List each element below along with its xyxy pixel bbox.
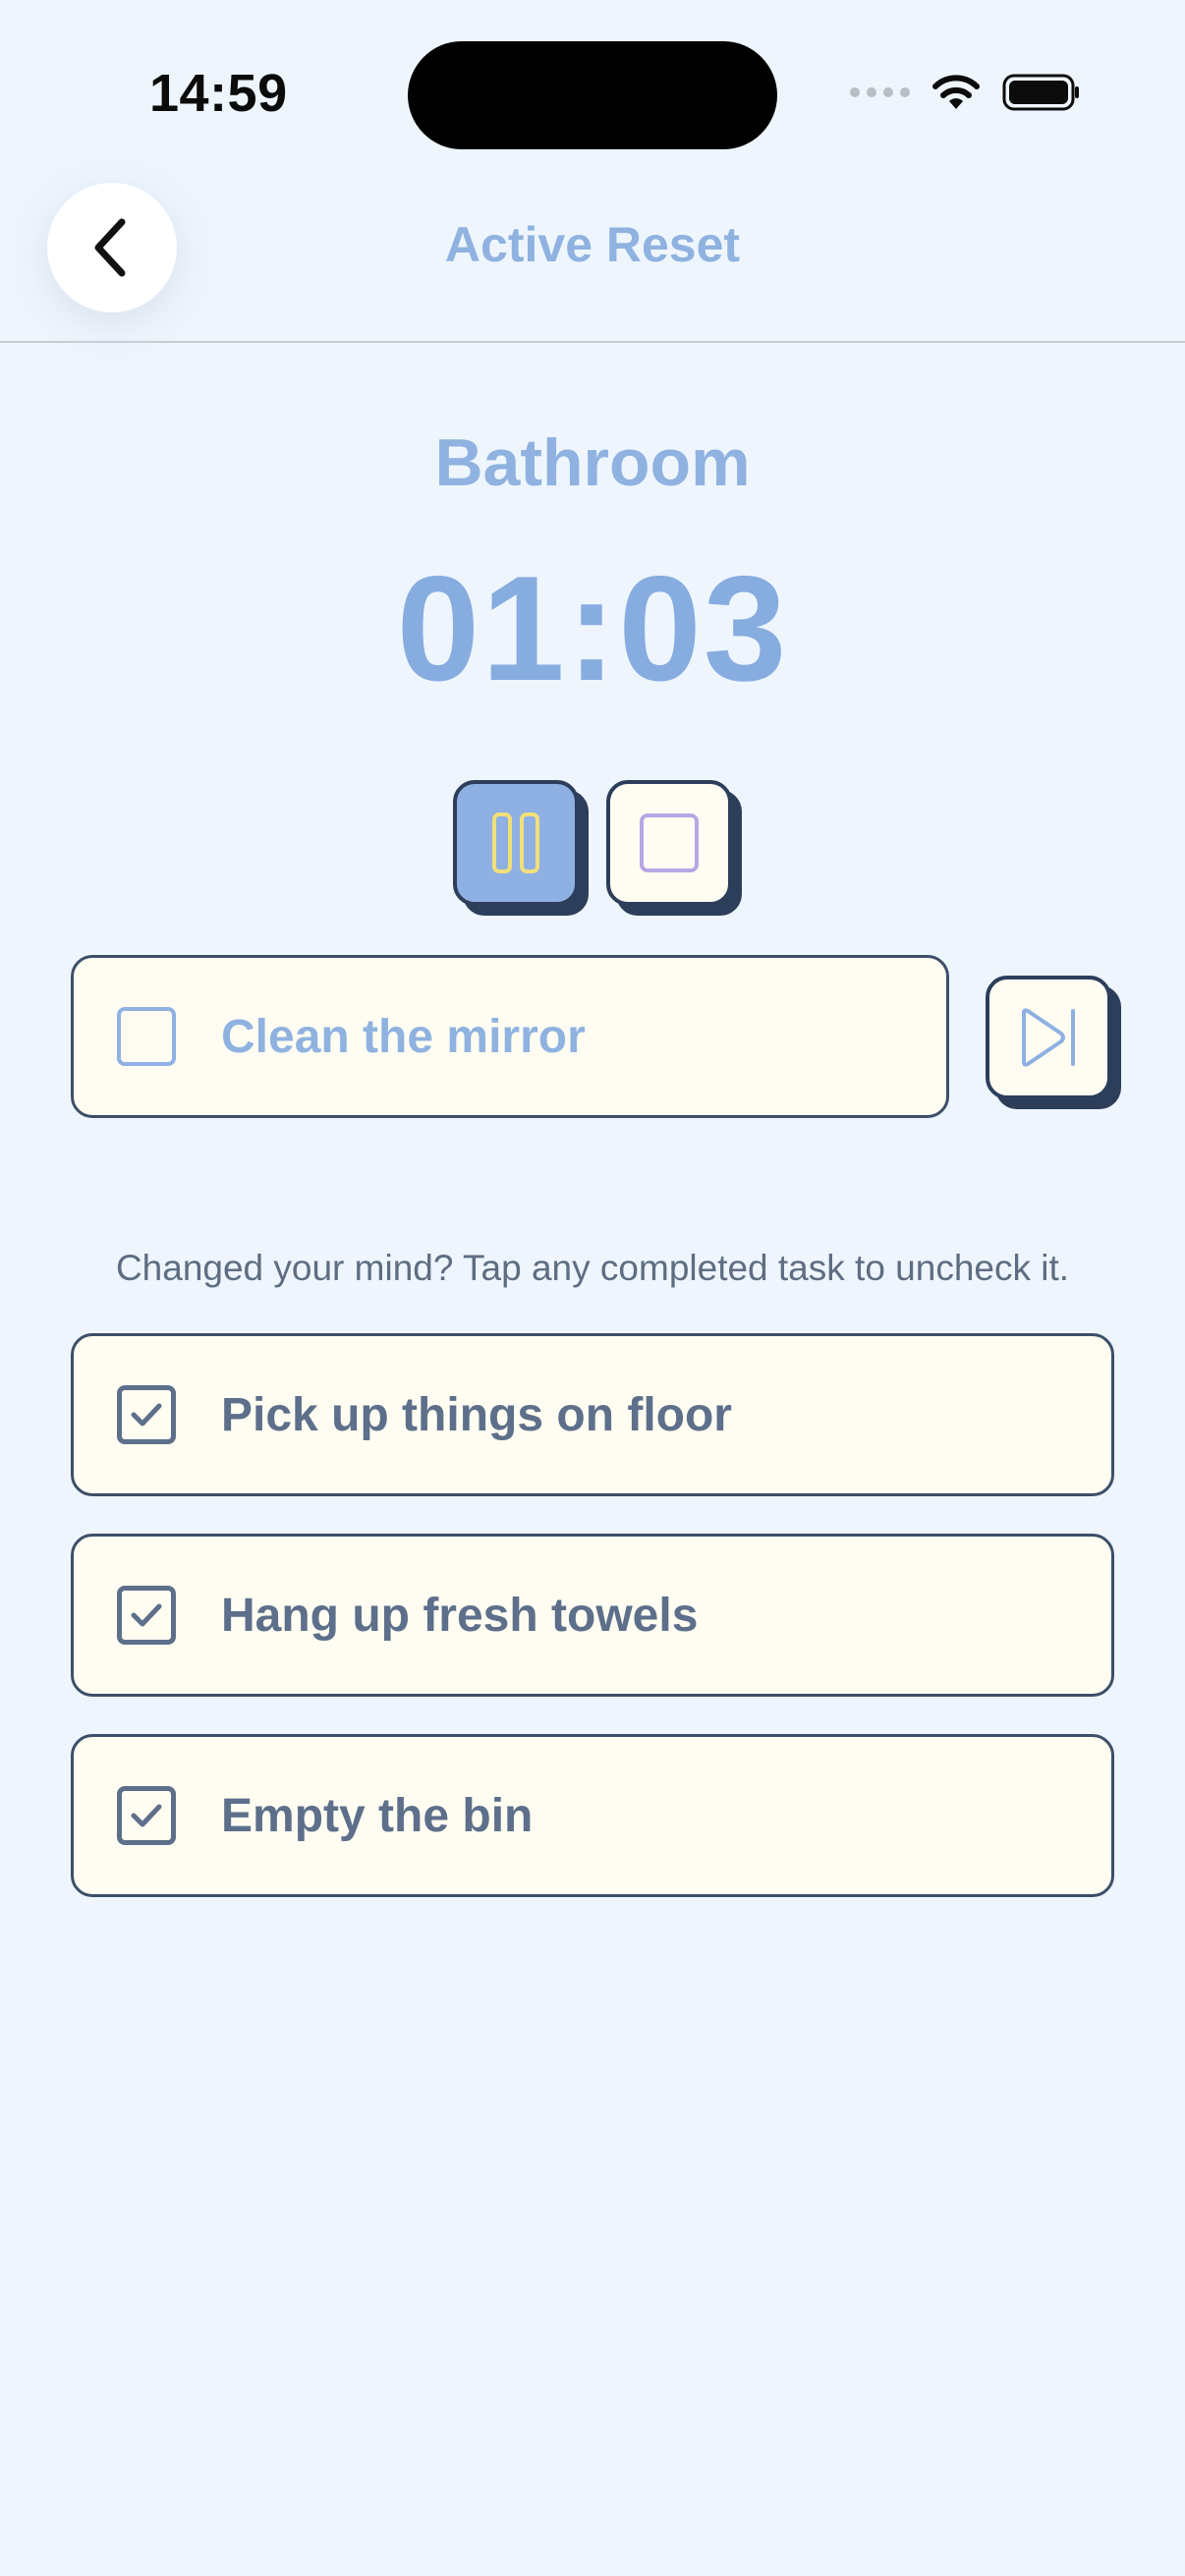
- stop-button[interactable]: [606, 780, 732, 906]
- status-icons: [850, 73, 1081, 112]
- nav-divider: [0, 341, 1185, 343]
- completed-task-card[interactable]: Hang up fresh towels: [71, 1534, 1114, 1697]
- room-title: Bathroom: [434, 425, 751, 500]
- dynamic-island: [408, 41, 777, 149]
- wifi-icon: [932, 75, 980, 109]
- battery-icon: [1002, 74, 1079, 111]
- checkmark-icon: [131, 1403, 162, 1427]
- stop-icon: [640, 813, 699, 872]
- checkmark-icon: [131, 1804, 162, 1827]
- task-checkbox-checked[interactable]: [117, 1385, 176, 1444]
- task-checkbox-checked[interactable]: [117, 1586, 176, 1645]
- completed-task-card[interactable]: Empty the bin: [71, 1734, 1114, 1897]
- current-task-card[interactable]: Clean the mirror: [71, 955, 949, 1118]
- task-checkbox-checked[interactable]: [117, 1786, 176, 1845]
- status-time: 14:59: [149, 64, 288, 123]
- uncheck-hint: Changed your mind? Tap any completed tas…: [115, 1248, 1070, 1288]
- task-checkbox-unchecked[interactable]: [117, 1007, 176, 1066]
- pause-button[interactable]: [453, 780, 579, 906]
- pause-icon: [492, 812, 539, 873]
- checkmark-icon: [131, 1603, 162, 1627]
- skip-next-icon: [1022, 1008, 1075, 1067]
- cellular-dots-icon: [850, 87, 910, 97]
- timer-display: 01:03: [396, 545, 789, 712]
- skip-task-button[interactable]: [986, 976, 1111, 1099]
- nav-title: Active Reset: [444, 217, 741, 272]
- task-label: Clean the mirror: [221, 1010, 586, 1063]
- task-label: Empty the bin: [221, 1789, 534, 1842]
- app-screen: 14:59 Active Reset Bathroom 01:03 Clean …: [0, 0, 1185, 2576]
- task-label: Pick up things on floor: [221, 1388, 732, 1441]
- completed-task-card[interactable]: Pick up things on floor: [71, 1333, 1114, 1496]
- task-label: Hang up fresh towels: [221, 1589, 699, 1642]
